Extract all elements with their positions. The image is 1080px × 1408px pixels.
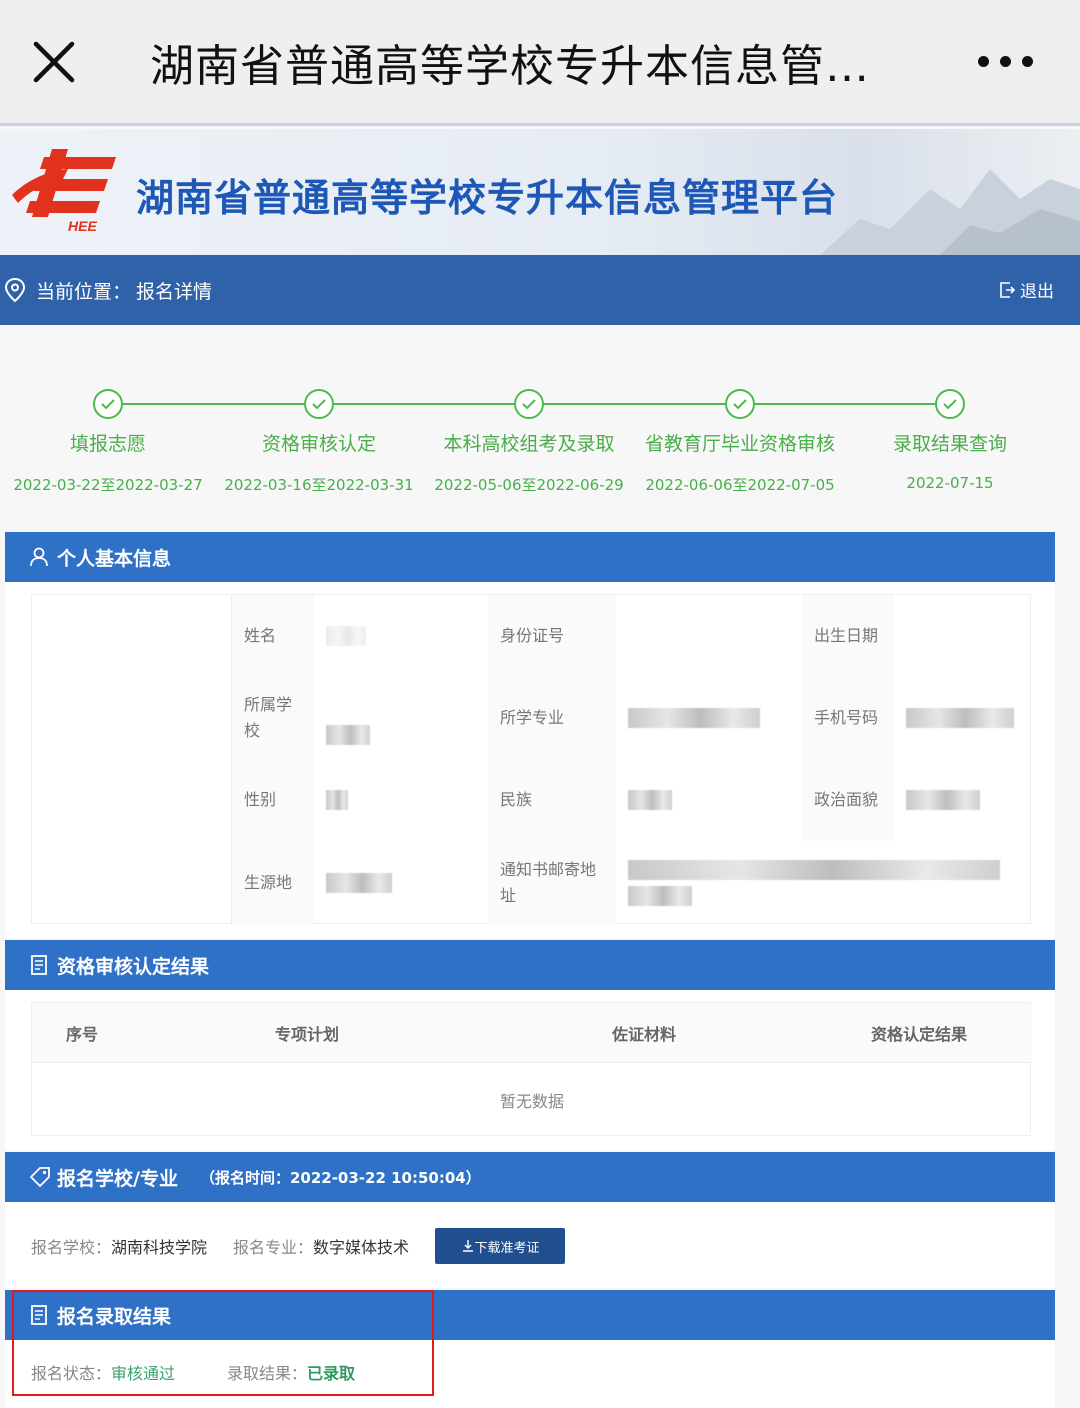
- qualification-table: 序号 专项计划 佐证材料 资格认定结果 暂无数据: [31, 1002, 1032, 1136]
- step-date: 2022-06-06至2022-07-05: [645, 476, 835, 494]
- step-date: 2022-03-22至2022-03-27: [13, 476, 203, 494]
- id-number-value: [616, 595, 800, 677]
- check-icon: [935, 389, 965, 419]
- close-icon[interactable]: [30, 38, 78, 86]
- section-title: 个人基本信息: [57, 547, 172, 570]
- banner-decoration: [820, 169, 1080, 255]
- location-value: 报名详情: [136, 281, 213, 303]
- column-header: 佐证材料: [611, 1025, 676, 1044]
- logout-button[interactable]: 退出: [998, 277, 1054, 302]
- application-header: 报名学校/专业 （报名时间：2022-03-22 10:50:04）: [5, 1152, 1055, 1202]
- download-icon: [462, 1240, 473, 1252]
- id-number-label: 身份证号: [488, 595, 616, 677]
- birth-date-value: [894, 595, 1032, 677]
- table-header: 序号 专项计划 佐证材料 资格认定结果: [32, 1003, 1032, 1063]
- download-admission-ticket-button[interactable]: 下载准考证: [435, 1228, 566, 1264]
- document-icon: [31, 955, 47, 975]
- empty-state: 暂无数据: [499, 1092, 564, 1111]
- check-icon: [514, 389, 544, 419]
- more-options-icon[interactable]: [978, 56, 1033, 67]
- personal-info-header: 个人基本信息: [5, 532, 1055, 582]
- section-title: 报名学校/专业: [57, 1167, 178, 1190]
- check-icon: [93, 389, 123, 419]
- politics-label: 政治面貌: [802, 759, 894, 841]
- major-label: 报名专业：: [233, 1238, 314, 1257]
- progress-steps: 填报志愿 2022-03-22至2022-03-27 资格审核认定 2022-0…: [0, 385, 1080, 505]
- step-2: 资格审核认定 2022-03-16至2022-03-31: [209, 389, 429, 495]
- check-icon: [725, 389, 755, 419]
- step-3: 本科高校组考及录取 2022-05-06至2022-06-29: [419, 389, 639, 495]
- download-label: 下载准考证: [474, 1240, 540, 1256]
- step-label: 本科高校组考及录取: [443, 433, 615, 455]
- photo-placeholder: [32, 595, 232, 925]
- ethnicity-label: 民族: [488, 759, 616, 841]
- school-value: [314, 677, 486, 759]
- address-label: 通知书邮寄地址: [488, 841, 616, 925]
- major-value: [616, 677, 800, 759]
- application-panel: 报名学校： 湖南科技学院 报名专业： 数字媒体技术 下载准考证: [5, 1202, 1055, 1288]
- phone-value: [894, 677, 1032, 759]
- school-label: 报名学校：: [31, 1238, 112, 1257]
- step-date: 2022-05-06至2022-06-29: [434, 476, 624, 494]
- personal-info-panel: 姓名 身份证号 出生日期 所属学校 所学专业 手机号码 性别 民族 政治面貌 生…: [5, 582, 1055, 938]
- major-label: 所学专业: [488, 677, 616, 759]
- major-value: 数字媒体技术: [313, 1238, 410, 1257]
- origin-value: [314, 841, 486, 925]
- application-row: 报名学校： 湖南科技学院 报名专业： 数字媒体技术 下载准考证: [31, 1228, 566, 1264]
- column-header: 专项计划: [274, 1025, 339, 1044]
- user-icon: [30, 547, 48, 567]
- name-value: [314, 595, 486, 677]
- politics-value: [894, 759, 1032, 841]
- name-label: 姓名: [232, 595, 314, 677]
- column-header: 序号: [65, 1025, 98, 1044]
- step-label: 省教育厅毕业资格审核: [644, 433, 835, 455]
- step-label: 资格审核认定: [261, 433, 376, 455]
- birth-date-label: 出生日期: [802, 595, 894, 677]
- phone-label: 手机号码: [802, 677, 894, 759]
- school-label: 所属学校: [232, 677, 314, 759]
- site-title: 湖南省普通高等学校专升本信息管理平台: [136, 176, 839, 220]
- location-label: 当前位置：: [36, 281, 132, 303]
- step-label: 录取结果查询: [892, 433, 1007, 455]
- tag-icon: [29, 1167, 50, 1188]
- column-header: 资格认定结果: [870, 1025, 967, 1044]
- qualification-header: 资格审核认定结果: [5, 940, 1055, 990]
- step-label: 填报志愿: [69, 433, 146, 455]
- address-value: [616, 841, 1032, 925]
- location-bar: 当前位置： 报名详情 退出: [0, 255, 1080, 325]
- logout-icon: [1000, 281, 1016, 298]
- step-date: 2022-03-16至2022-03-31: [224, 476, 414, 494]
- step-1: 填报志愿 2022-03-22至2022-03-27: [0, 389, 218, 495]
- ethnicity-value: [616, 759, 800, 841]
- school-value: 湖南科技学院: [111, 1238, 208, 1257]
- app-top-bar: 湖南省普通高等学校专升本信息管…: [0, 0, 1080, 126]
- origin-label: 生源地: [232, 841, 314, 925]
- info-grid: 姓名 身份证号 出生日期 所属学校 所学专业 手机号码 性别 民族 政治面貌 生…: [31, 594, 1032, 925]
- gender-value: [314, 759, 486, 841]
- step-date: 2022-07-15: [906, 474, 994, 492]
- location-pin-icon: [4, 277, 26, 303]
- step-4: 省教育厅毕业资格审核 2022-06-06至2022-07-05: [630, 389, 850, 495]
- hee-logo: HEE: [12, 149, 116, 234]
- window-title: 湖南省普通高等学校专升本信息管…: [150, 41, 870, 92]
- gender-label: 性别: [232, 759, 314, 841]
- svg-text:HEE: HEE: [68, 218, 97, 234]
- site-banner: HEE 湖南省普通高等学校专升本信息管理平台: [0, 129, 1080, 255]
- qualification-panel: 序号 专项计划 佐证材料 资格认定结果 暂无数据: [5, 990, 1055, 1150]
- logout-label: 退出: [1020, 282, 1054, 302]
- check-icon: [304, 389, 334, 419]
- step-5: 录取结果查询 2022-07-15: [840, 389, 1060, 492]
- application-time: （报名时间：2022-03-22 10:50:04）: [199, 1168, 481, 1187]
- section-title: 资格审核认定结果: [57, 955, 210, 978]
- highlight-annotation: [12, 1290, 434, 1396]
